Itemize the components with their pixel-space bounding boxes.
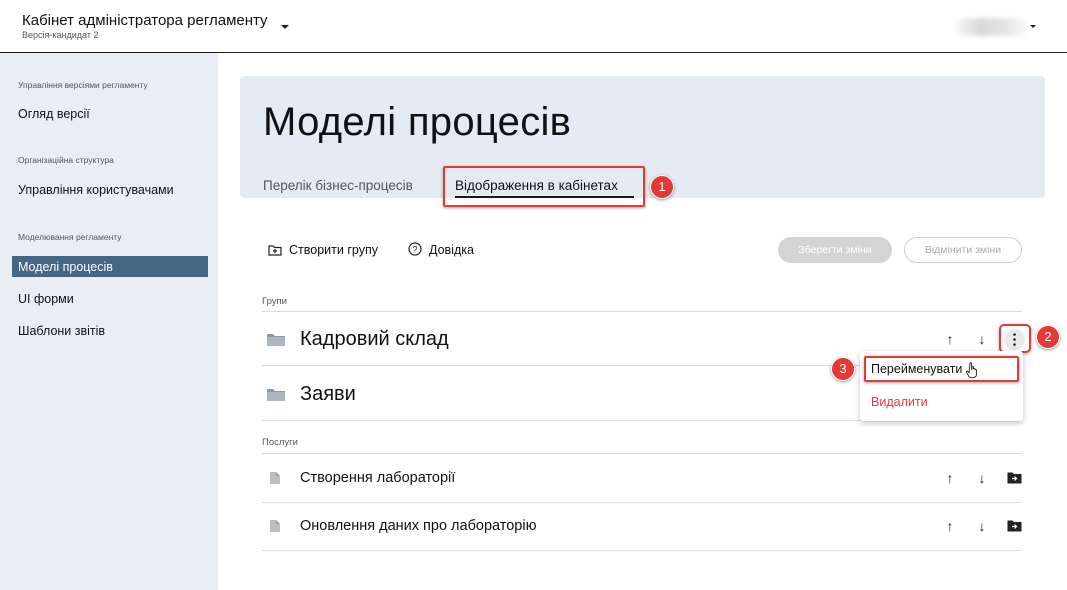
file-icon (269, 471, 281, 485)
divider (262, 502, 1022, 503)
folder-icon (266, 386, 286, 402)
cancel-changes-button[interactable]: Відмінити зміни (904, 237, 1022, 263)
folder-icon (266, 331, 286, 347)
group-name: Заяви (300, 383, 356, 405)
move-down-icon[interactable]: ↓ (975, 331, 989, 347)
create-group-icon[interactable] (268, 243, 282, 256)
annotation-highlight-tab (443, 166, 645, 207)
group-name: Кадровий склад (300, 328, 449, 350)
sidebar-section-org: Організаційна структура (18, 155, 114, 165)
annotation-badge-3: 3 (831, 357, 855, 381)
divider (262, 311, 1022, 312)
annotation-badge-1: 1 (650, 175, 674, 199)
hand-cursor-icon (965, 362, 980, 379)
menu-item-delete[interactable]: Видалити (871, 395, 928, 409)
create-group-button[interactable]: Створити групу (289, 243, 378, 257)
service-name: Оновлення даних про лабораторію (300, 518, 537, 534)
annotation-highlight-rename (864, 356, 1019, 382)
annotation-highlight-more (999, 324, 1031, 353)
file-icon (269, 519, 281, 533)
move-up-icon[interactable]: ↑ (943, 518, 957, 534)
sidebar-item-label: Моделі процесів (18, 260, 113, 274)
user-menu[interactable] (955, 18, 1027, 36)
help-icon[interactable]: ? (408, 242, 422, 256)
version-label: Версія-кандидат 2 (22, 30, 99, 40)
sidebar-section-modeling: Моделювання регламенту (18, 232, 122, 242)
move-down-icon[interactable]: ↓ (975, 470, 989, 486)
sidebar-section-versions: Управління версіями регламенту (18, 80, 148, 90)
move-to-folder-icon[interactable] (1007, 519, 1022, 532)
move-up-icon[interactable]: ↑ (943, 331, 957, 347)
annotation-badge-2: 2 (1036, 325, 1060, 349)
services-section-label: Послуги (262, 437, 298, 448)
sidebar (0, 53, 218, 590)
app-title: Кабінет адміністратора регламенту (22, 12, 268, 29)
sidebar-item-report-templates[interactable]: Шаблони звітів (18, 324, 105, 338)
tab-business-processes[interactable]: Перелік бізнес-процесів (263, 178, 413, 193)
divider (262, 550, 1022, 551)
svg-text:?: ? (412, 245, 417, 255)
sidebar-item-ui-forms[interactable]: UI форми (18, 292, 74, 306)
user-dropdown-icon[interactable] (1030, 25, 1036, 28)
help-button[interactable]: Довідка (429, 243, 474, 257)
sidebar-item-users[interactable]: Управління користувачами (18, 183, 174, 197)
version-dropdown-icon[interactable] (281, 25, 289, 29)
groups-section-label: Групи (262, 296, 287, 307)
move-down-icon[interactable]: ↓ (975, 518, 989, 534)
move-to-folder-icon[interactable] (1007, 471, 1022, 484)
sidebar-item-version-overview[interactable]: Огляд версії (18, 107, 90, 121)
divider (262, 453, 1022, 454)
service-name: Створення лабораторії (300, 470, 456, 486)
move-up-icon[interactable]: ↑ (943, 470, 957, 486)
page-title: Моделі процесів (263, 100, 572, 144)
save-changes-button[interactable]: Зберегти зміни (778, 237, 892, 263)
